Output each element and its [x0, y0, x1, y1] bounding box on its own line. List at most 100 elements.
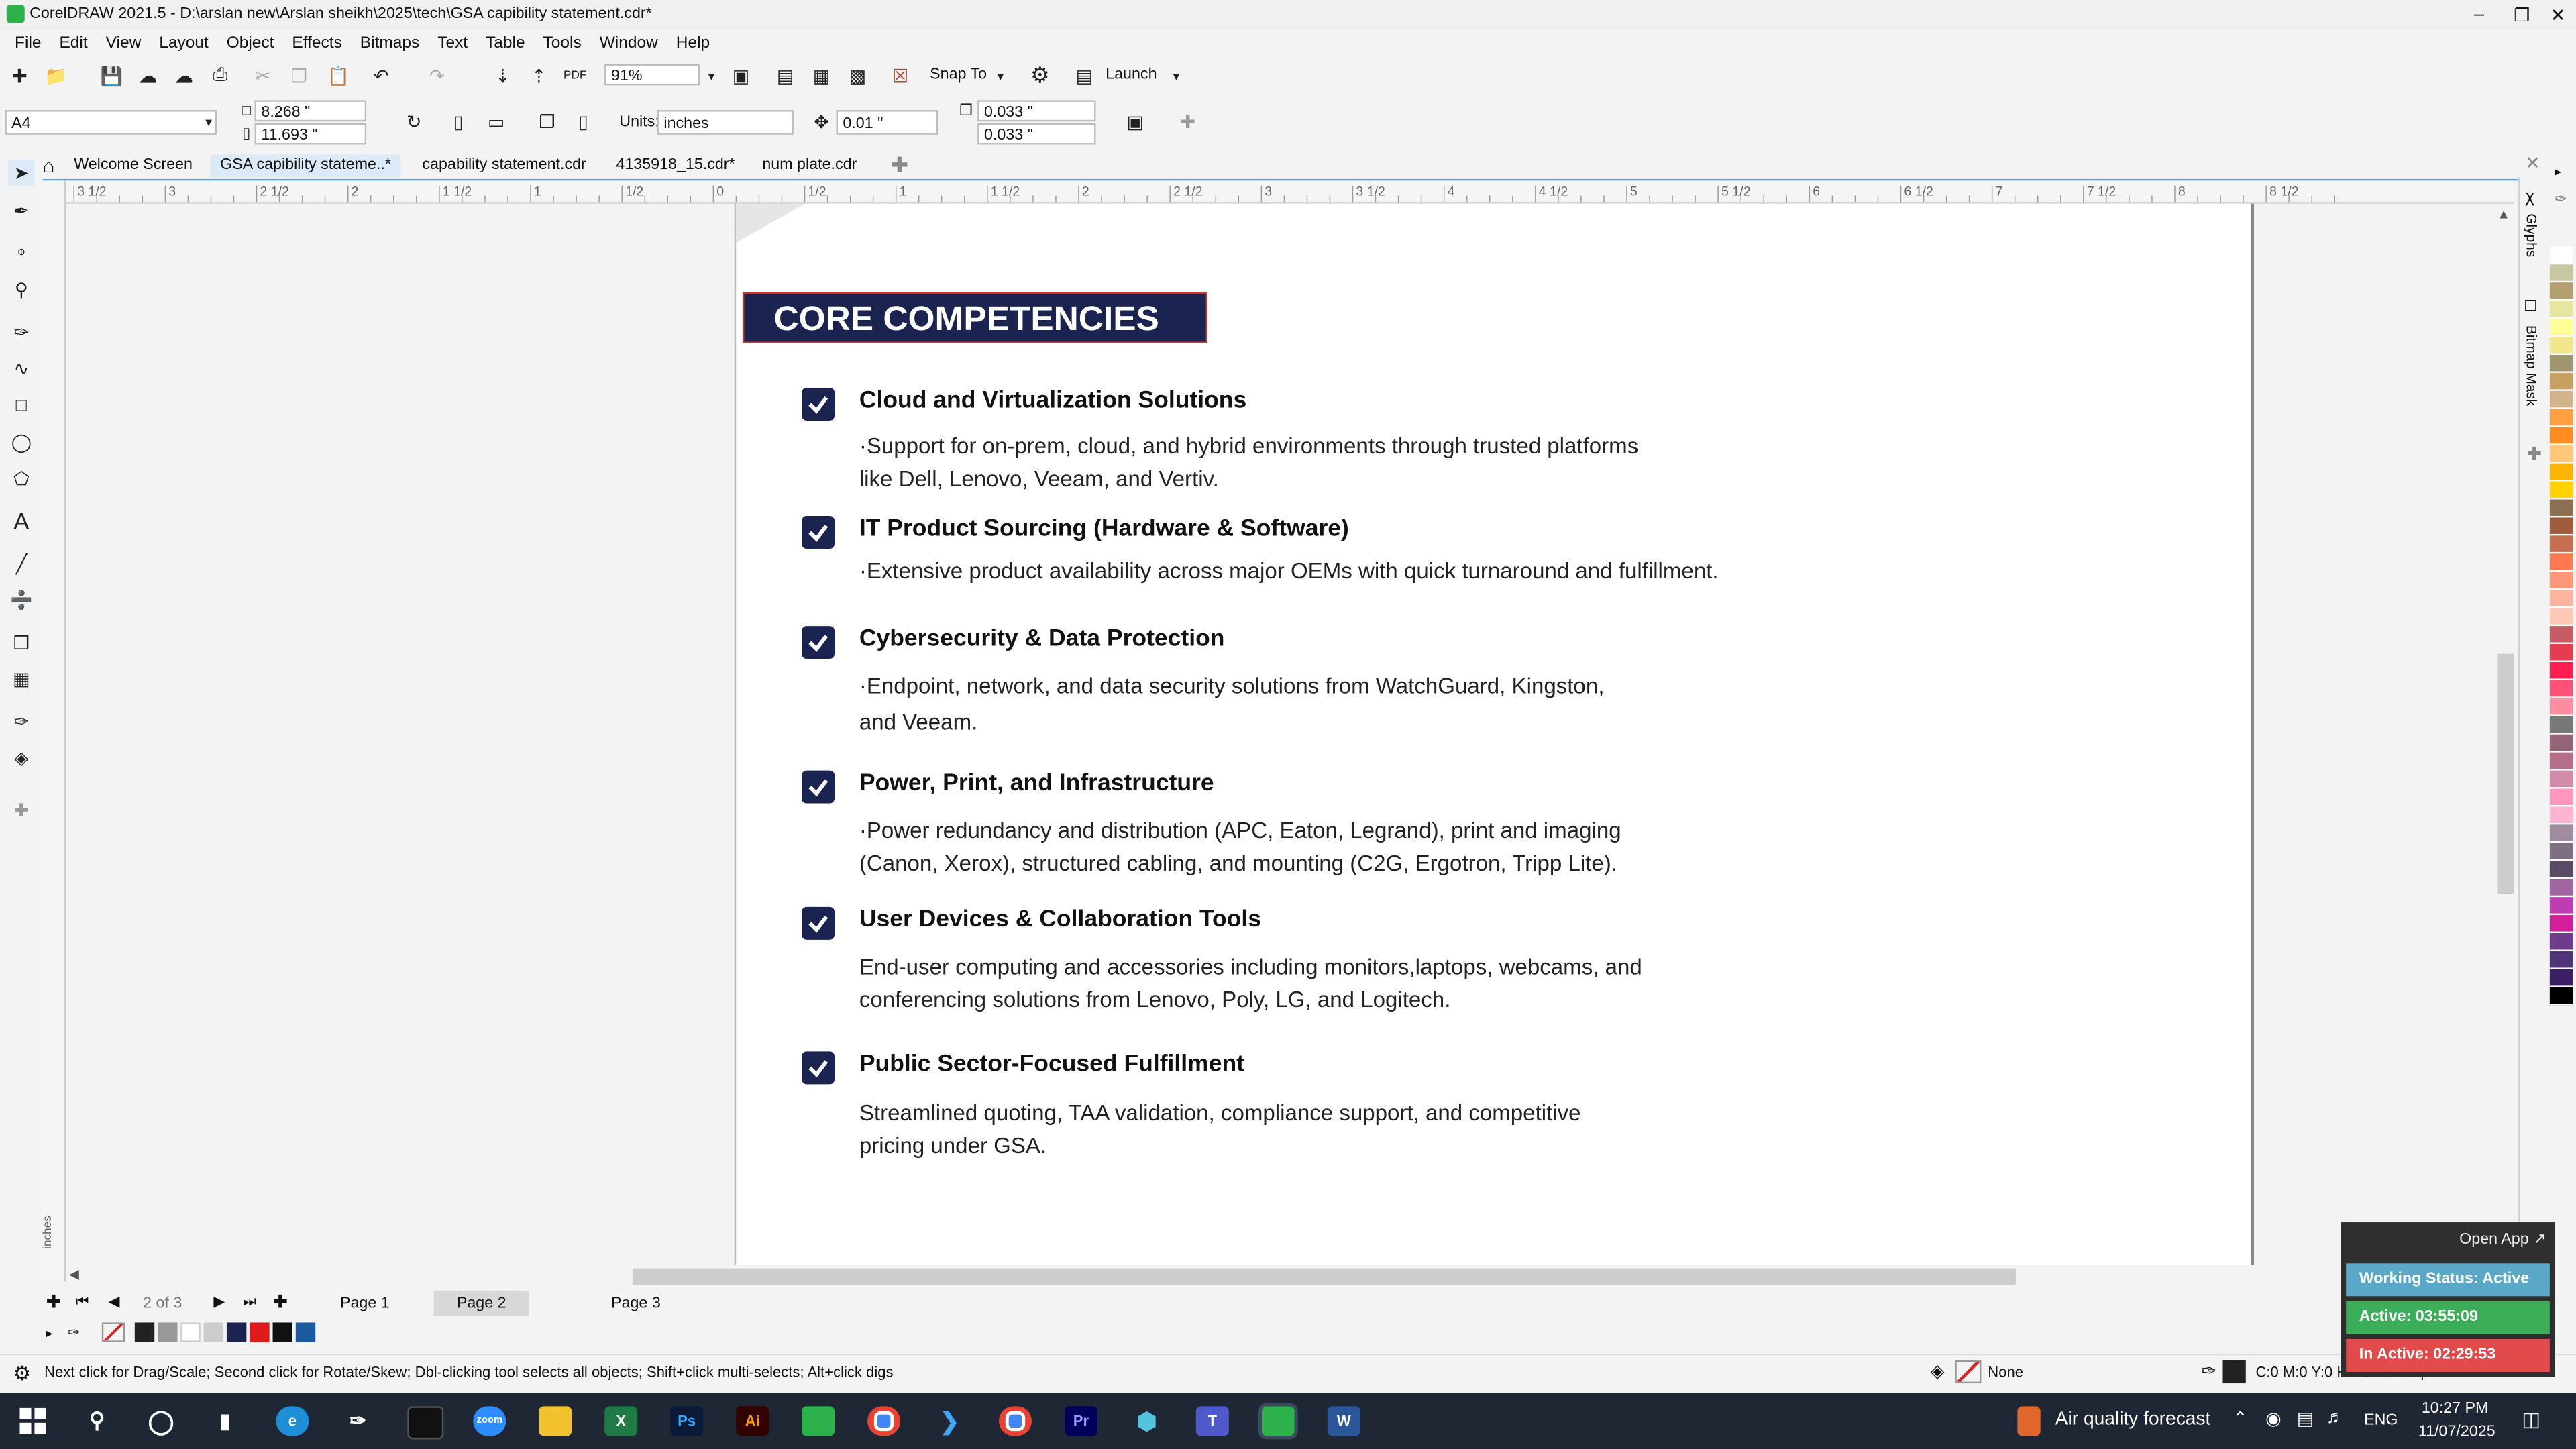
terminal-icon[interactable] — [407, 1406, 444, 1440]
palette-swatch[interactable] — [2549, 879, 2573, 898]
outline-swatch[interactable] — [2222, 1360, 2246, 1384]
snap-icon[interactable]: ☒ — [887, 62, 913, 89]
menu-layout[interactable]: Layout — [156, 32, 211, 54]
coreldraw-active-taskbar-icon[interactable] — [1258, 1403, 1298, 1440]
horizontal-scroll-thumb[interactable] — [632, 1268, 2016, 1285]
cloud-download-icon[interactable]: ☁ — [171, 62, 197, 89]
launch-chevron-icon[interactable]: ▾ — [1163, 62, 1189, 89]
swatch-light-gray[interactable] — [203, 1322, 224, 1342]
menu-object[interactable]: Object — [223, 32, 278, 54]
palette-swatch[interactable] — [2549, 843, 2573, 861]
network-icon[interactable]: ▤ — [2297, 1408, 2314, 1429]
pdf-icon[interactable]: PDF — [562, 62, 588, 89]
palette-swatch[interactable] — [2549, 427, 2573, 445]
task-view-icon[interactable]: ▮ — [209, 1406, 241, 1436]
undo-icon[interactable]: ↶ — [368, 62, 394, 89]
bitmap-mask-docker-tab[interactable]: Bitmap Mask — [2524, 325, 2540, 406]
vertical-scroll-thumb[interactable] — [2497, 653, 2514, 894]
text-tool-icon[interactable]: A — [8, 508, 34, 534]
menu-tools[interactable]: Tools — [540, 32, 585, 54]
drawing-canvas[interactable]: CORE COMPETENCIES Cloud and Virtualizati… — [65, 203, 2494, 1265]
add-page-after-icon[interactable]: ✚ — [273, 1291, 288, 1312]
lock-ratio-icon[interactable]: ↻ — [401, 109, 427, 135]
swatch-black[interactable] — [134, 1322, 155, 1342]
palette-swatch[interactable] — [2549, 354, 2573, 373]
add-tool-icon[interactable]: ✚ — [8, 797, 34, 823]
current-page-icon[interactable]: ▯ — [570, 109, 596, 135]
close-tab-icon[interactable]: ✕ — [2525, 153, 2540, 174]
tab-welcome-screen[interactable]: Welcome Screen — [64, 154, 203, 177]
palette-swatch[interactable] — [2549, 734, 2573, 753]
menu-view[interactable]: View — [103, 32, 144, 54]
palette-swatch[interactable] — [2549, 951, 2573, 969]
swatch-dark[interactable] — [272, 1322, 292, 1342]
palette-swatch[interactable] — [2549, 987, 2573, 1006]
new-document-icon[interactable]: ✚ — [7, 62, 33, 89]
copy-icon[interactable]: ❐ — [286, 62, 312, 89]
restore-button[interactable]: ❐ — [2502, 0, 2542, 30]
options-gear-icon[interactable]: ⚙ — [1027, 62, 1053, 89]
color-palette[interactable] — [2549, 246, 2576, 1297]
menu-edit[interactable]: Edit — [56, 32, 91, 54]
prev-page-icon[interactable]: ◀ — [109, 1293, 120, 1311]
landscape-icon[interactable]: ▭ — [483, 109, 509, 135]
freehand-tool-icon[interactable]: ✑ — [8, 319, 34, 345]
page-width-field[interactable]: 8.268 " — [254, 100, 367, 122]
launch-icon[interactable]: ▤ — [1071, 62, 1097, 89]
palette-swatch[interactable] — [2549, 680, 2573, 698]
launch-button[interactable]: Launch — [1106, 66, 1157, 84]
redo-icon[interactable]: ↷ — [424, 62, 450, 89]
horizontal-ruler[interactable]: 3 1/2 3 2 1/2 2 1 1/2 1 1/2 0 1/2 1 1 1/2 2 2 1/2 3 3 … — [65, 180, 2514, 204]
palette-scroll-up-icon[interactable]: ▸ — [2555, 164, 2561, 179]
duplicate-x-field[interactable]: 0.033 " — [977, 100, 1096, 122]
scroll-up-icon[interactable]: ▲ — [2497, 207, 2510, 222]
nudge-field[interactable]: 0.01 " — [836, 110, 938, 135]
palette-swatch[interactable] — [2549, 390, 2573, 409]
menu-bitmaps[interactable]: Bitmaps — [357, 32, 423, 54]
grid-icon[interactable]: ▦ — [808, 62, 835, 89]
first-page-icon[interactable]: ⏮ — [76, 1293, 89, 1311]
palette-swatch[interactable] — [2549, 806, 2573, 825]
polygon-tool-icon[interactable]: ⬠ — [8, 465, 34, 491]
illustrator-icon[interactable]: Ai — [736, 1406, 769, 1436]
last-page-icon[interactable]: ⏭ — [243, 1293, 256, 1311]
save-icon[interactable]: 💾 — [99, 62, 125, 89]
menu-help[interactable]: Help — [673, 32, 713, 54]
palette-swatch[interactable] — [2549, 897, 2573, 916]
crop-tool-icon[interactable]: ⌖ — [8, 240, 34, 266]
pen-icon[interactable]: ✑ — [341, 1406, 374, 1436]
chrome-profile-icon[interactable] — [998, 1406, 1032, 1436]
weather-text[interactable]: Air quality forecast — [2055, 1409, 2211, 1429]
artistic-media-icon[interactable]: ∿ — [8, 355, 34, 381]
search-icon[interactable]: ⚲ — [80, 1406, 113, 1436]
palette-swatch[interactable] — [2549, 626, 2573, 645]
transparency-tool-icon[interactable]: ▦ — [8, 665, 34, 692]
rectangle-tool-icon[interactable]: □ — [8, 392, 34, 419]
tray-camera-icon[interactable]: ◉ — [2265, 1408, 2282, 1429]
palette-swatch[interactable] — [2549, 824, 2573, 843]
palette-swatch[interactable] — [2549, 608, 2573, 627]
palette-swatch[interactable] — [2549, 752, 2573, 771]
palette-swatch[interactable] — [2549, 716, 2573, 735]
palette-swatch[interactable] — [2549, 933, 2573, 951]
document-page[interactable]: CORE COMPETENCIES Cloud and Virtualizati… — [734, 203, 2255, 1265]
bitmap-mask-icon[interactable]: □ — [2525, 296, 2536, 315]
zoom-tool-icon[interactable]: ⚲ — [8, 276, 34, 302]
open-icon[interactable]: 📁 — [43, 62, 69, 89]
pick-tool-icon[interactable]: ➤ — [8, 159, 35, 186]
all-pages-icon[interactable]: ❐ — [534, 109, 560, 135]
paste-icon[interactable]: 📋 — [325, 62, 352, 89]
volume-icon[interactable]: ♬ — [2326, 1408, 2345, 1428]
doc-palette-eyedropper-icon[interactable]: ✑ — [59, 1324, 89, 1342]
palette-swatch[interactable] — [2549, 499, 2573, 518]
tray-chevron-icon[interactable]: ⌃ — [2233, 1408, 2248, 1429]
add-toolbar-icon[interactable]: ✚ — [1175, 109, 1201, 135]
palette-swatch[interactable] — [2549, 969, 2573, 987]
open-app-link[interactable]: Open App ↗ — [2459, 1230, 2546, 1248]
swatch-navy[interactable] — [226, 1322, 247, 1342]
vertical-ruler[interactable]: inches — [42, 180, 66, 1282]
core-competencies-heading[interactable]: CORE COMPETENCIES — [742, 292, 1208, 343]
tab-num-plate[interactable]: num plate.cdr — [753, 154, 867, 177]
zoom-level-field[interactable]: 91% — [604, 64, 700, 86]
word-icon[interactable]: W — [1327, 1406, 1360, 1436]
